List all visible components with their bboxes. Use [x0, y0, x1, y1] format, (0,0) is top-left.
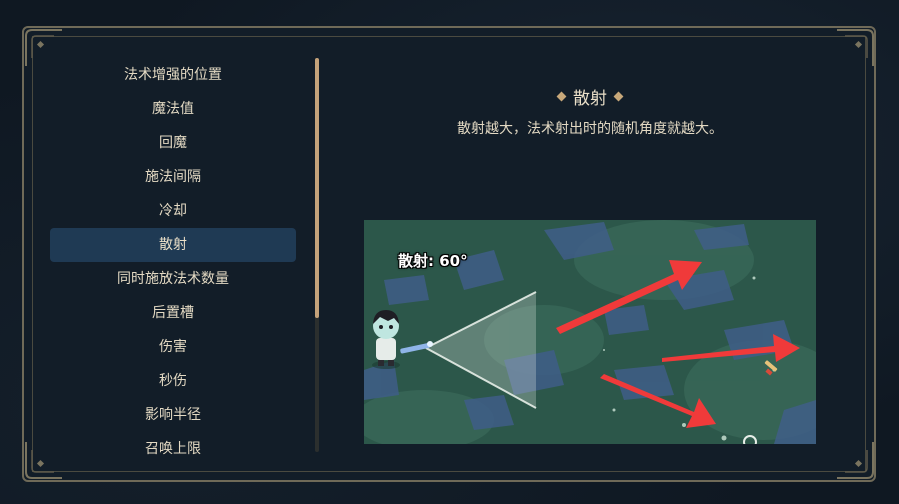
detail-title: 散射 [573, 88, 607, 109]
menu-item-spell-position[interactable]: 法术增强的位置 [50, 58, 296, 92]
menu-item-spread[interactable]: 散射 [50, 228, 296, 262]
detail-description: 散射越大，法术射出时的随机角度就越大。 [457, 121, 723, 137]
menu-item-spells-per-cast[interactable]: 同时施放法术数量 [50, 262, 296, 296]
menu-item-damage[interactable]: 伤害 [50, 330, 296, 364]
menu-item-radius[interactable]: 影响半径 [50, 398, 296, 432]
menu-item-dps[interactable]: 秒伤 [50, 364, 296, 398]
menu-item-rear-slot[interactable]: 后置槽 [50, 296, 296, 330]
corner-ornament-icon [835, 440, 875, 480]
menu-item-mana-regen[interactable]: 回魔 [50, 126, 296, 160]
corner-ornament-icon [835, 28, 875, 68]
menu-item-mana[interactable]: 魔法值 [50, 92, 296, 126]
diamond-icon [556, 91, 567, 101]
diamond-icon [613, 91, 624, 101]
spread-preview-image: 散射: 60° [364, 220, 816, 444]
spread-angle-label: 散射: 60° [398, 252, 468, 270]
menu-item-summon-limit[interactable]: 召唤上限 [50, 432, 296, 466]
menu-scrollbar-thumb[interactable] [315, 58, 319, 318]
menu-item-cast-delay[interactable]: 施法间隔 [50, 160, 296, 194]
stat-menu: 法术增强的位置 魔法值 回魔 施法间隔 冷却 散射 同时施放法术数量 后置槽 伤… [50, 58, 296, 466]
menu-item-cooldown[interactable]: 冷却 [50, 194, 296, 228]
detail-title-row: 散射 [364, 84, 816, 109]
